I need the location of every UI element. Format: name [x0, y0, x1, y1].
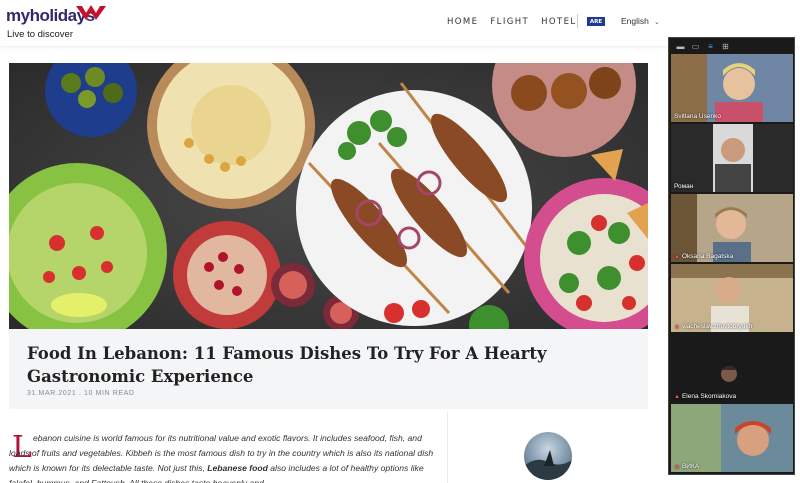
body-text-bold: Lebanese food: [207, 463, 268, 473]
participant-tile[interactable]: Svitlana Usenko: [671, 54, 793, 122]
chevron-down-icon[interactable]: ⌄: [654, 18, 660, 26]
hero-image: [9, 63, 648, 329]
participant-video: [671, 334, 793, 402]
avatar-image: [524, 450, 572, 480]
browser-page: myholidays Live to discover HOME FLIGHT …: [0, 0, 800, 483]
filmstrip-view-icon[interactable]: ≡: [705, 42, 716, 51]
participant-video: [671, 194, 793, 262]
author-avatar[interactable]: [524, 432, 572, 480]
video-panel-toolbar: ▬ ▭ ≡ ⊞: [669, 38, 794, 54]
nav-home[interactable]: HOME: [447, 17, 478, 27]
participant-name: ▲ Elena Skorniakova: [674, 393, 736, 400]
site-logo[interactable]: myholidays Live to discover: [6, 4, 116, 42]
participant-name-text: Oksana Bagatska: [681, 253, 734, 260]
participant-video: [671, 264, 793, 332]
participant-name-text: viacheslav.zhovtobryukh: [681, 323, 753, 330]
food-illustration: [9, 63, 648, 329]
participant-name: ▲ ВИКА: [674, 463, 699, 470]
flag-label: ARE: [589, 18, 603, 25]
participant-name: Роман: [674, 183, 694, 190]
video-call-panel: ▬ ▭ ≡ ⊞ Svitlana Usenko Роман ▲ Oksana B…: [668, 37, 795, 475]
participant-name: Svitlana Usenko: [674, 113, 721, 120]
participant-name-text: ВИКА: [681, 463, 700, 470]
article-body: ebanon cuisine is world famous for its n…: [9, 431, 434, 483]
speaker-view-icon[interactable]: ▭: [690, 42, 701, 51]
participant-name: ▲ viacheslav.zhovtobryukh: [674, 323, 752, 330]
logo-tagline: Live to discover: [7, 29, 74, 40]
article-header: Food In Lebanon: 11 Famous Dishes To Try…: [9, 329, 648, 409]
participant-tile[interactable]: ▲ Oksana Bagatska: [671, 194, 793, 262]
participant-tile[interactable]: ▲ Elena Skorniakova: [671, 334, 793, 402]
logo-wings-icon: [76, 5, 106, 20]
article-meta: 31.MAR.2021 . 10 MIN READ: [27, 390, 135, 397]
mic-muted-icon: ▲: [674, 254, 680, 260]
article-title: Food In Lebanon: 11 Famous Dishes To Try…: [27, 344, 547, 386]
participant-tile[interactable]: ▲ viacheslav.zhovtobryukh: [671, 264, 793, 332]
nav-divider: [577, 14, 578, 28]
minimize-icon[interactable]: ▬: [675, 42, 686, 51]
participant-name-text: Elena Skorniakova: [681, 393, 737, 400]
participant-video: [671, 404, 793, 472]
main-nav: HOME FLIGHT HOTEL: [447, 17, 576, 27]
country-flag-icon[interactable]: ARE: [587, 17, 605, 26]
gallery-view-icon[interactable]: ⊞: [720, 42, 731, 51]
participant-video: [671, 54, 793, 122]
participant-video: [671, 124, 793, 192]
participant-name: ▲ Oksana Bagatska: [674, 253, 733, 260]
nav-hotel[interactable]: HOTEL: [541, 17, 576, 27]
mic-muted-icon: ▲: [674, 394, 680, 400]
participant-tile[interactable]: ▲ ВИКА: [671, 404, 793, 472]
language-selector[interactable]: English: [621, 16, 649, 26]
content-divider: [447, 412, 448, 483]
participant-tile[interactable]: Роман: [671, 124, 793, 192]
nav-flight[interactable]: FLIGHT: [490, 17, 529, 27]
mic-muted-icon: ▲: [674, 464, 680, 470]
mic-muted-icon: ▲: [674, 324, 680, 330]
